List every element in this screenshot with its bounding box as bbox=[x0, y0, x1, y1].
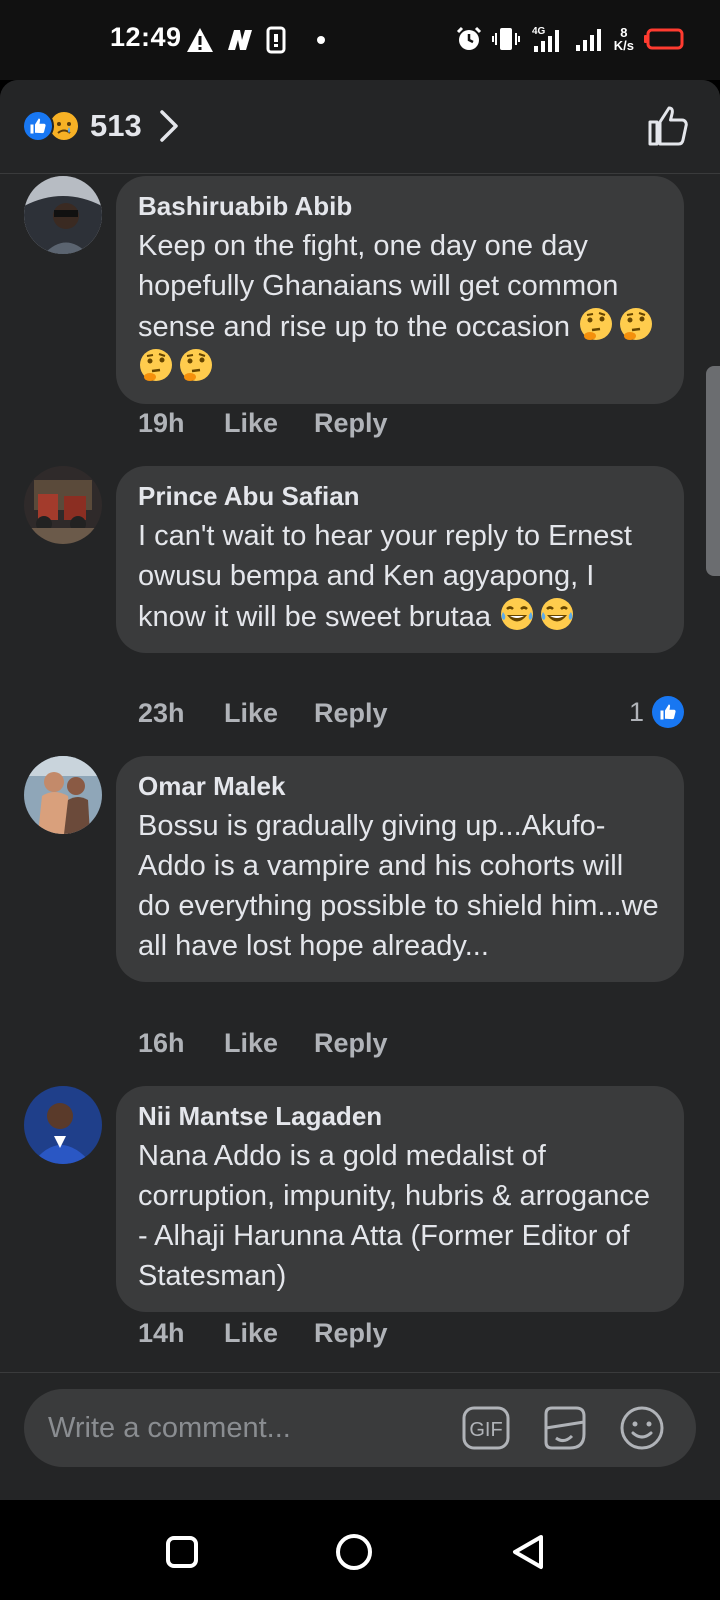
comment-bubble[interactable]: Omar Malek Bossu is gradually giving up.… bbox=[116, 756, 684, 982]
recents-button[interactable] bbox=[162, 1532, 202, 1572]
avatar[interactable] bbox=[24, 756, 102, 834]
news-app-icon bbox=[226, 28, 254, 52]
comment-author[interactable]: Prince Abu Safian bbox=[138, 480, 662, 512]
comment-body: Keep on the fight, one day one day hopef… bbox=[138, 230, 619, 343]
vibrate-icon bbox=[491, 26, 520, 52]
like-reaction-icon bbox=[652, 696, 684, 728]
like-button[interactable]: Like bbox=[224, 1028, 314, 1059]
network-speed: 8 K/s bbox=[614, 26, 634, 52]
tears-of-joy-icon bbox=[539, 596, 575, 632]
emoji-group bbox=[499, 598, 579, 633]
comment-composer: GIF bbox=[24, 1389, 696, 1467]
alarm-icon bbox=[456, 26, 482, 52]
signal-4g-icon: 4G bbox=[530, 24, 564, 54]
comment-time[interactable]: 19h bbox=[138, 408, 224, 439]
system-navigation-bar bbox=[0, 1500, 720, 1600]
reply-button[interactable]: Reply bbox=[314, 698, 388, 729]
reactions-header: 513 bbox=[0, 80, 720, 174]
like-post-icon[interactable] bbox=[646, 104, 690, 153]
emoji-icon[interactable] bbox=[618, 1404, 666, 1452]
comment-text: Bossu is gradually giving up...Akufo-Add… bbox=[138, 810, 659, 962]
home-button[interactable] bbox=[334, 1532, 374, 1572]
reply-button[interactable]: Reply bbox=[314, 408, 388, 439]
status-bar: 12:49 4G 8 K/s bbox=[0, 0, 720, 80]
status-time: 12:49 bbox=[110, 22, 182, 52]
thinking-face-icon bbox=[138, 347, 174, 383]
comment-reaction-count: 1 bbox=[628, 696, 644, 727]
back-button[interactable] bbox=[508, 1532, 548, 1572]
comments-sheet: 513 Bashiruabib Abib Keep on the fight, … bbox=[0, 80, 720, 1500]
signal-icon bbox=[574, 26, 604, 52]
comment-actions: 19h Like Reply bbox=[138, 408, 388, 439]
like-button[interactable]: Like bbox=[224, 698, 314, 729]
comment-bubble[interactable]: Nii Mantse Lagaden Nana Addo is a gold m… bbox=[116, 1086, 684, 1312]
comment-text: I can't wait to hear your reply to Ernes… bbox=[138, 516, 662, 637]
comment-actions: 23h Like Reply bbox=[138, 698, 388, 729]
sticker-icon[interactable] bbox=[540, 1404, 588, 1452]
comment-time[interactable]: 14h bbox=[138, 1318, 224, 1349]
reply-button[interactable]: Reply bbox=[314, 1318, 388, 1349]
gif-button[interactable]: GIF bbox=[462, 1404, 510, 1452]
comment-actions: 16h Like Reply bbox=[138, 1028, 388, 1059]
comment-input[interactable] bbox=[48, 1389, 448, 1467]
comment-author[interactable]: Omar Malek bbox=[138, 770, 662, 802]
composer-area: GIF bbox=[0, 1372, 720, 1500]
thinking-face-icon bbox=[578, 306, 614, 342]
comment-actions: 14h Like Reply bbox=[138, 1318, 388, 1349]
tears-of-joy-icon bbox=[499, 596, 535, 632]
like-reaction-icon bbox=[22, 110, 54, 142]
sim-card-icon bbox=[266, 26, 286, 54]
scrollbar-handle[interactable] bbox=[706, 366, 720, 576]
like-button[interactable]: Like bbox=[224, 408, 314, 439]
comment-bubble[interactable]: Prince Abu Safian I can't wait to hear y… bbox=[116, 466, 684, 653]
comment-reactions[interactable]: 1 bbox=[629, 696, 684, 728]
like-button[interactable]: Like bbox=[224, 1318, 314, 1349]
thinking-face-icon bbox=[618, 306, 654, 342]
reactions-summary[interactable]: 513 bbox=[22, 108, 180, 144]
comment-text: Keep on the fight, one day one day hopef… bbox=[138, 226, 662, 388]
speed-unit: K/s bbox=[613, 38, 634, 53]
warning-icon bbox=[186, 27, 214, 53]
notification-dot-icon bbox=[316, 35, 326, 45]
avatar[interactable] bbox=[24, 176, 102, 254]
comment-time[interactable]: 16h bbox=[138, 1028, 224, 1059]
battery-low-icon bbox=[644, 28, 684, 50]
reply-button[interactable]: Reply bbox=[314, 1028, 388, 1059]
comment-time[interactable]: 23h bbox=[138, 698, 224, 729]
avatar[interactable] bbox=[24, 1086, 102, 1164]
comment-text: Nana Addo is a gold medalist of corrupti… bbox=[138, 1140, 651, 1292]
gif-label: GIF bbox=[469, 1419, 502, 1441]
thinking-face-icon bbox=[178, 347, 214, 383]
network-type: 4G bbox=[532, 26, 546, 37]
chevron-right-icon[interactable] bbox=[158, 109, 180, 143]
reaction-count: 513 bbox=[90, 108, 142, 143]
avatar[interactable] bbox=[24, 466, 102, 544]
comment-bubble[interactable]: Bashiruabib Abib Keep on the fight, one … bbox=[116, 176, 684, 404]
comment-author[interactable]: Nii Mantse Lagaden bbox=[138, 1100, 662, 1132]
comment-author[interactable]: Bashiruabib Abib bbox=[138, 190, 662, 222]
